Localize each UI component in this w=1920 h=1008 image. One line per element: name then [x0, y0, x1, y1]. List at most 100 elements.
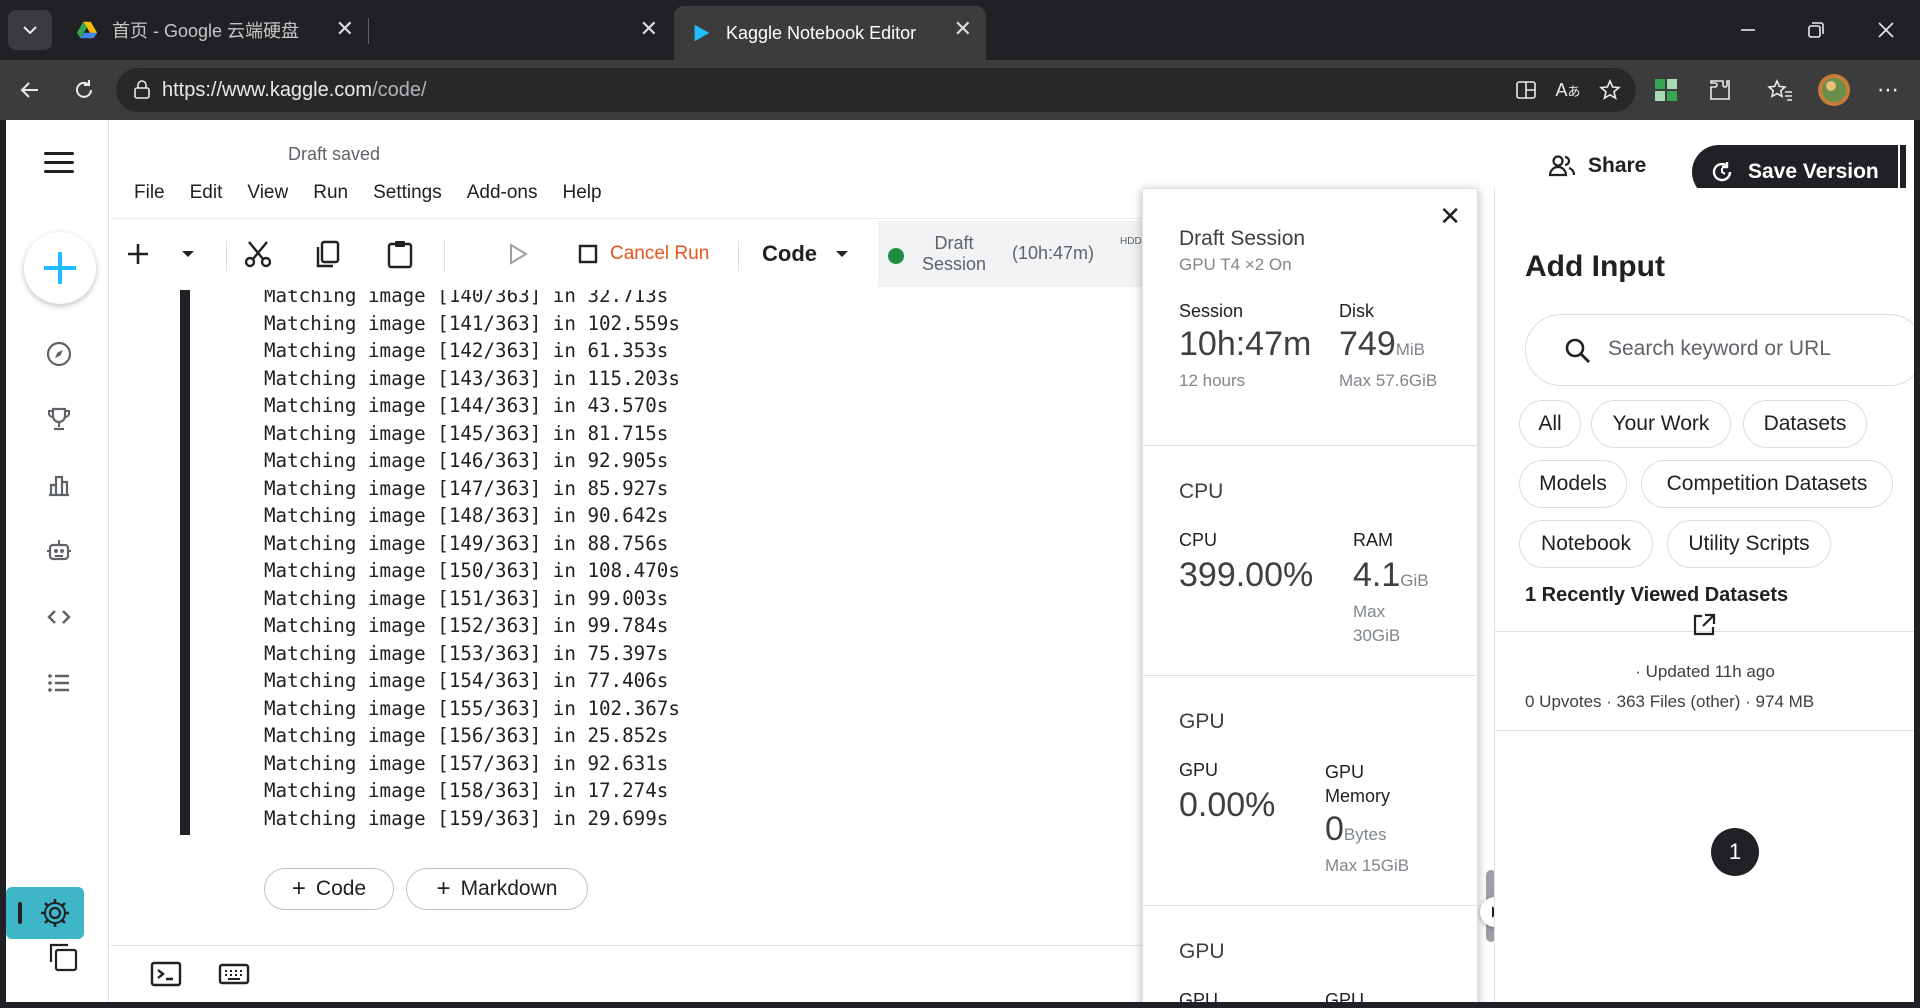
output-line: Matching image [144/363] in 43.570s	[264, 394, 669, 417]
close-window-button[interactable]	[1866, 12, 1906, 48]
add-code-label: Code	[315, 877, 367, 900]
output-line: Matching image [141/363] in 102.559s	[264, 311, 680, 335]
bar-chart-icon[interactable]	[42, 468, 76, 502]
profile-avatar[interactable]	[1816, 72, 1852, 108]
cell-type-select[interactable]: Code	[762, 241, 849, 267]
open-external-icon[interactable]	[1691, 612, 1717, 643]
cut-button[interactable]	[238, 229, 278, 279]
hamburger-menu-icon[interactable]	[44, 152, 74, 174]
plus-icon: +	[291, 875, 306, 902]
menu-add-ons[interactable]: Add-ons	[467, 182, 538, 204]
filter-chip-competition-datasets[interactable]: Competition Datasets	[1641, 460, 1893, 508]
session-details-popup: ✕ Draft Session GPU T4 ×2 On Session 10h…	[1142, 188, 1479, 1002]
divider	[1495, 730, 1914, 731]
add-input-search[interactable]	[1525, 314, 1914, 386]
extensions-icon[interactable]	[1702, 72, 1738, 108]
session-status-chip[interactable]: Draft Session (10h:47m) HDD	[878, 221, 1146, 287]
ram-metric-value: 4.1GiB	[1353, 556, 1429, 595]
split-screen-icon[interactable]	[1508, 72, 1544, 108]
site-info-icon[interactable]	[132, 80, 152, 100]
tab-blank[interactable]: ✕	[368, 6, 672, 54]
paste-button[interactable]	[380, 229, 420, 279]
filter-chip-your-work[interactable]: Your Work	[1591, 400, 1731, 448]
session-limit: 12 hours	[1179, 371, 1246, 390]
star-icon[interactable]	[1592, 72, 1628, 108]
filter-chip-models[interactable]: Models	[1519, 460, 1627, 508]
menu-run[interactable]: Run	[313, 182, 348, 204]
filter-chip-all[interactable]: All	[1519, 400, 1581, 448]
menu-edit[interactable]: Edit	[190, 182, 223, 204]
copy-button[interactable]	[308, 229, 348, 279]
close-icon[interactable]: ✕	[640, 18, 658, 40]
console-icon[interactable]	[150, 960, 182, 993]
tab-title: 首页 - Google 云端硬盘	[112, 21, 300, 41]
url-host: https://www.kaggle.com	[162, 79, 373, 101]
stop-button[interactable]	[570, 229, 606, 279]
copy-window-icon[interactable]	[46, 940, 80, 979]
translate-icon[interactable]: Aあ	[1550, 72, 1586, 108]
add-markdown-cell-button[interactable]: + Markdown	[406, 868, 588, 910]
trophy-icon[interactable]	[42, 402, 76, 436]
floating-widget[interactable]	[6, 887, 84, 939]
session-title: Draft Session	[1179, 227, 1306, 250]
caret-down-icon	[836, 251, 848, 257]
gpu2-section: GPU GPU GPU	[1143, 906, 1479, 1002]
close-icon[interactable]: ✕	[954, 18, 972, 40]
tab-kaggle-editor[interactable]: Kaggle Notebook Editor ✕	[674, 6, 986, 60]
kaggle-page: Draft saved File Edit View Run Settings …	[6, 120, 1914, 1002]
list-icon[interactable]	[42, 666, 76, 700]
reload-button[interactable]	[64, 72, 104, 108]
draft-status: Draft saved	[288, 144, 381, 164]
disk-unit: MiB	[1395, 340, 1426, 359]
close-icon[interactable]: ✕	[336, 18, 354, 40]
share-button[interactable]: Share	[1548, 154, 1646, 178]
menu-settings[interactable]: Settings	[373, 182, 442, 204]
left-navigation	[6, 120, 109, 1002]
url-field[interactable]: https://www.kaggle.com/code/ Aあ	[116, 68, 1636, 112]
filter-chip-notebook[interactable]: Notebook	[1519, 520, 1653, 568]
share-label: Share	[1588, 154, 1647, 177]
close-icon	[1878, 22, 1894, 38]
filter-chip-datasets[interactable]: Datasets	[1743, 400, 1867, 448]
more-menu-icon[interactable]: ⋯	[1870, 72, 1906, 108]
favorites-icon[interactable]	[1762, 72, 1798, 108]
notification-badge[interactable]: 1	[1711, 828, 1759, 876]
output-line: Matching image [155/363] in 102.367s	[264, 696, 680, 720]
session-time: (10h:47m)	[1012, 243, 1095, 263]
minimize-button[interactable]	[1728, 12, 1768, 48]
tab-google-drive[interactable]: 首页 - Google 云端硬盘 ✕	[60, 6, 368, 54]
add-code-cell-button[interactable]: + Code	[264, 868, 394, 910]
filter-chip-utility-scripts[interactable]: Utility Scripts	[1667, 520, 1831, 568]
create-button[interactable]	[24, 232, 96, 304]
menu-file[interactable]: File	[134, 182, 165, 204]
restore-button[interactable]	[1796, 12, 1836, 48]
add-cell-button[interactable]	[118, 229, 158, 279]
output-line: Matching image [154/363] in 77.406s	[264, 669, 669, 692]
ram-value: 4.1	[1353, 556, 1401, 594]
code-icon[interactable]	[42, 600, 76, 634]
menu-view[interactable]: View	[247, 182, 288, 204]
session-metric-label: Session	[1179, 301, 1244, 321]
cancel-run-button[interactable]: Cancel Run	[610, 243, 709, 265]
session-overview-section: Draft Session GPU T4 ×2 On Session 10h:4…	[1143, 189, 1479, 446]
cell-output[interactable]: Matching image [140/363] in 32.713s Match…	[110, 290, 1146, 835]
cpu-metric-value: 399.00%	[1179, 556, 1314, 594]
menu-help[interactable]: Help	[563, 182, 602, 204]
gear-icon[interactable]	[38, 896, 72, 930]
add-markdown-label: Markdown	[460, 877, 558, 900]
robot-icon[interactable]	[42, 534, 76, 568]
accelerator-status: GPU T4 ×2 On	[1179, 255, 1292, 274]
compass-icon[interactable]	[42, 337, 76, 371]
search-input[interactable]	[1608, 337, 1908, 361]
tab-list-button[interactable]	[8, 10, 52, 50]
keyboard-icon[interactable]	[218, 962, 250, 991]
back-button[interactable]	[10, 72, 50, 108]
add-cell-dropdown[interactable]	[170, 229, 206, 279]
apps-extension-icon[interactable]	[1648, 72, 1684, 108]
running-cell-indicator	[180, 290, 190, 835]
output-line: Matching image [146/363] in 92.905s	[264, 449, 669, 472]
save-version-icon	[1712, 162, 1732, 182]
run-cell-button[interactable]	[500, 229, 536, 279]
gpu-memory-max: Max 15GiB	[1325, 856, 1410, 875]
widget-handle[interactable]	[18, 902, 22, 924]
